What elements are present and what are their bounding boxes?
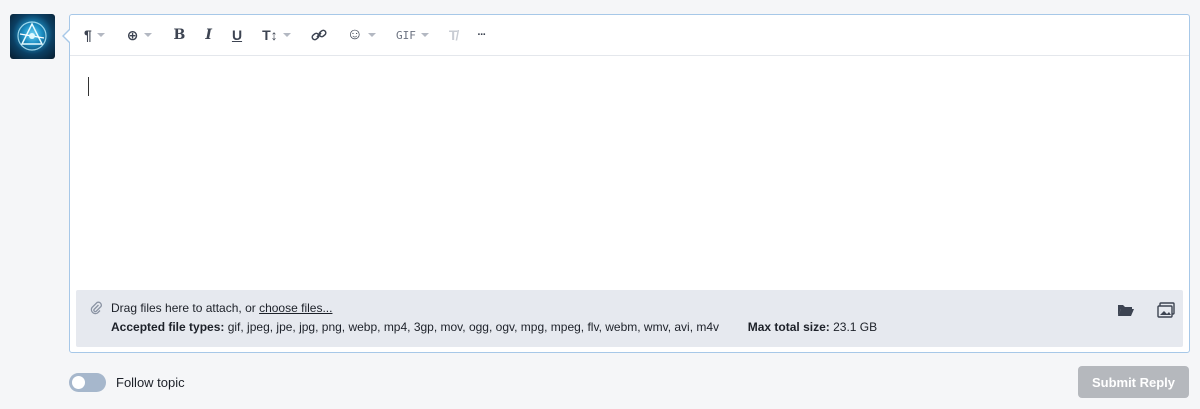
editor-pointer-inner (64, 29, 71, 43)
gif-label: GIF (395, 28, 416, 42)
max-size-label: Max total size: (747, 320, 830, 334)
max-size-value: 23.1 GB (829, 320, 878, 334)
submit-reply-button[interactable]: Submit Reply (1078, 366, 1189, 398)
chevron-down-icon (282, 33, 291, 37)
user-avatar[interactable] (10, 14, 55, 59)
attachment-instructions: Drag files here to attach, or choose fil… (111, 301, 333, 315)
paperclip-icon (90, 301, 102, 315)
italic-button[interactable]: I (205, 23, 212, 47)
chevron-down-icon (367, 33, 376, 37)
emoji-button[interactable]: ☺ (347, 23, 376, 47)
clear-format-icon: T̸ (448, 27, 458, 43)
link-icon (311, 29, 327, 41)
choose-files-link[interactable]: choose files... (259, 301, 332, 315)
gif-button[interactable]: GIF (396, 23, 429, 47)
text-cursor (88, 77, 89, 96)
follow-topic-label[interactable]: Follow topic (116, 375, 185, 390)
attachment-limits: Accepted file types: gif, jpeg, jpe, jpg… (111, 320, 877, 334)
smiley-icon: ☺ (346, 26, 363, 43)
folder-open-icon[interactable] (1117, 302, 1135, 318)
image-icon[interactable] (1157, 302, 1175, 318)
bold-icon: B (173, 27, 186, 43)
paragraph-format-button[interactable]: ¶ (84, 23, 105, 47)
chevron-down-icon (96, 33, 105, 37)
chevron-down-icon (420, 33, 429, 37)
accepted-types-label: Accepted file types: (111, 320, 225, 334)
chevron-down-icon (143, 33, 152, 37)
more-options-button[interactable]: ··· (477, 23, 486, 47)
plus-circle-icon: ⊕ (126, 26, 139, 43)
underline-button[interactable]: U (232, 23, 242, 47)
toggle-knob (72, 376, 85, 389)
paragraph-icon: ¶ (84, 27, 92, 43)
ellipsis-icon: ··· (477, 29, 486, 41)
editor-toolbar: ¶ ⊕ B I U T↕ ☺ GIF T̸ ··· (70, 15, 1189, 56)
bold-button[interactable]: B (174, 23, 186, 47)
follow-topic-toggle[interactable] (69, 373, 106, 392)
text-size-button[interactable]: T↕ (262, 23, 291, 47)
link-button[interactable] (311, 23, 327, 47)
text-size-icon: T↕ (262, 27, 278, 43)
attachment-actions (1095, 302, 1175, 318)
accepted-types-value: gif, jpeg, jpe, jpg, png, webp, mp4, 3gp… (224, 320, 720, 334)
reply-editor[interactable]: ¶ ⊕ B I U T↕ ☺ GIF T̸ ··· Drag files her… (69, 14, 1190, 353)
italic-icon: I (205, 27, 212, 43)
insert-button[interactable]: ⊕ (127, 23, 152, 47)
attachment-dropzone[interactable]: Drag files here to attach, or choose fil… (76, 290, 1183, 347)
underline-icon: U (231, 27, 243, 43)
clear-formatting-button[interactable]: T̸ (449, 23, 458, 47)
